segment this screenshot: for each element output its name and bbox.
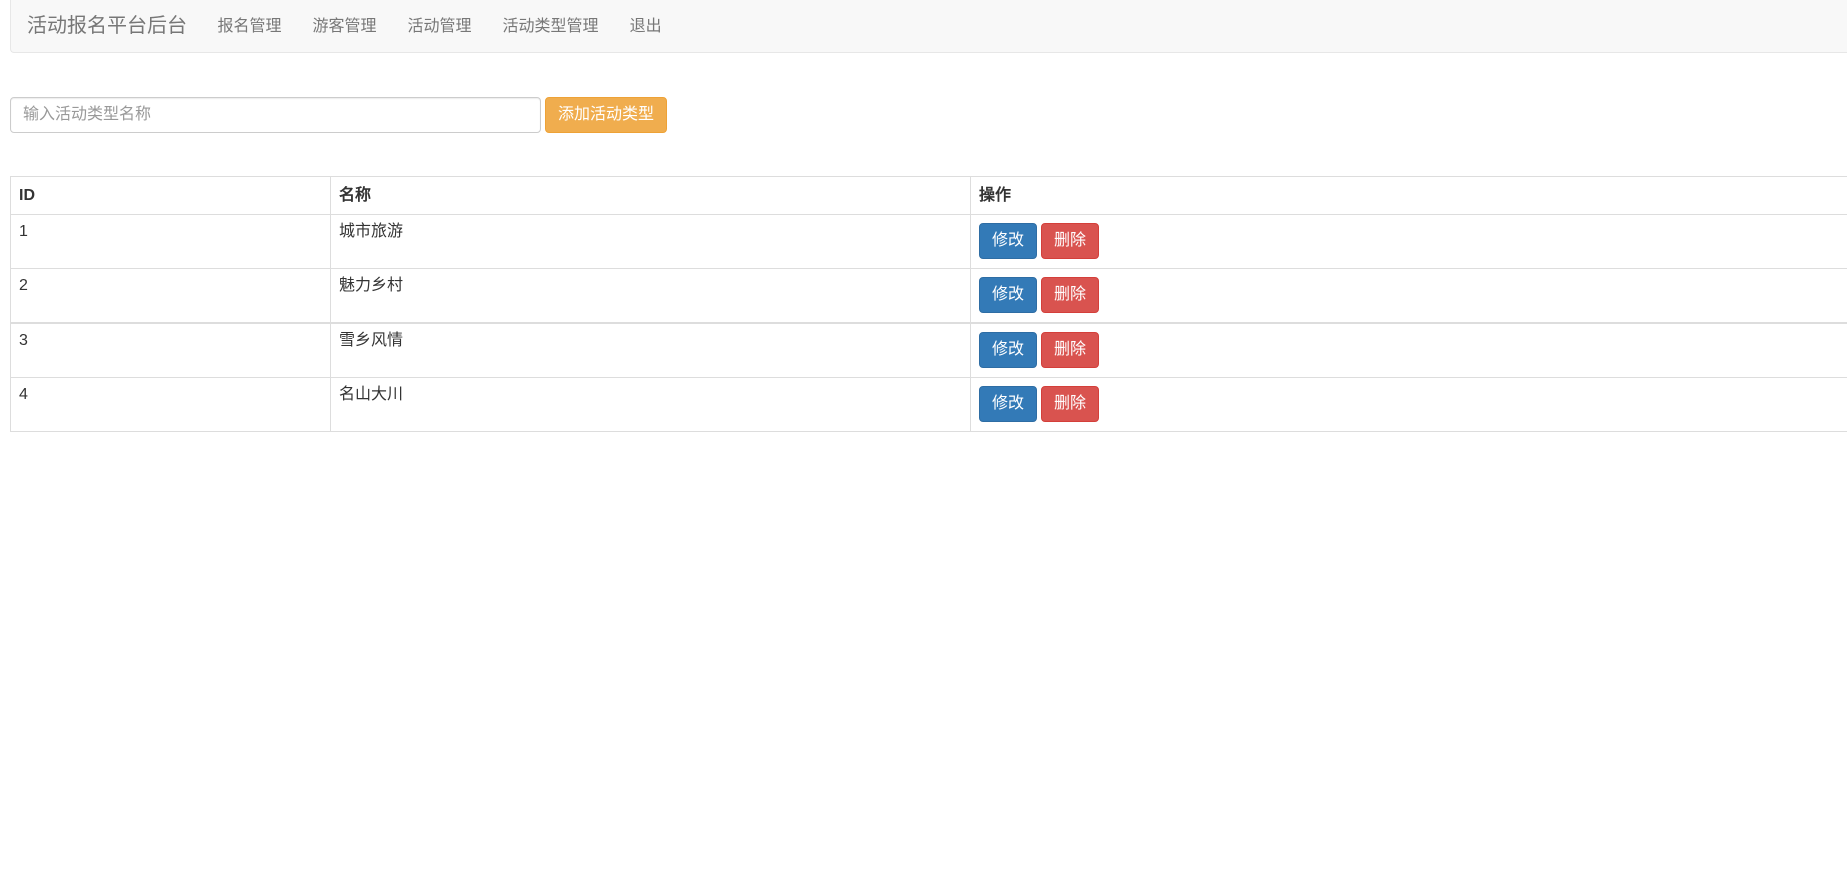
brand-title[interactable]: 活动报名平台后台 [11,0,202,53]
nav-item-activities[interactable]: 活动管理 [392,0,487,53]
cell-name: 名山大川 [330,377,971,432]
cell-name: 魅力乡村 [330,268,971,324]
nav-item-registration[interactable]: 报名管理 [202,0,297,53]
delete-button[interactable]: 删除 [1041,332,1100,368]
table-header-row: ID 名称 操作 [10,176,1847,215]
edit-button[interactable]: 修改 [979,332,1038,368]
edit-button[interactable]: 修改 [979,386,1038,422]
nav-menu: 报名管理 游客管理 活动管理 活动类型管理 退出 [202,0,677,53]
column-header-ops: 操作 [970,176,1847,215]
cell-name: 雪乡风情 [330,322,971,378]
cell-name: 城市旅游 [330,214,971,269]
top-navbar: 活动报名平台后台 报名管理 游客管理 活动管理 活动类型管理 退出 [10,0,1847,53]
delete-button[interactable]: 删除 [1041,386,1100,422]
cell-id: 1 [10,214,331,269]
add-type-toolbar: 添加活动类型 [10,97,668,133]
table-row: 2 魅力乡村 修改 删除 [10,268,1847,324]
delete-button[interactable]: 删除 [1041,277,1100,313]
add-activity-type-button[interactable]: 添加活动类型 [545,97,668,133]
cell-ops: 修改 删除 [970,268,1847,324]
column-header-name: 名称 [330,176,971,215]
cell-id: 3 [10,322,331,378]
table-row: 3 雪乡风情 修改 删除 [10,322,1847,378]
edit-button[interactable]: 修改 [979,223,1038,259]
cell-id: 2 [10,268,331,324]
cell-ops: 修改 删除 [970,377,1847,432]
table-row: 4 名山大川 修改 删除 [10,377,1847,432]
nav-item-logout[interactable]: 退出 [614,0,677,53]
delete-button[interactable]: 删除 [1041,223,1100,259]
cell-ops: 修改 删除 [970,322,1847,378]
activity-type-name-input[interactable] [10,97,541,133]
cell-ops: 修改 删除 [970,214,1847,269]
table-row: 1 城市旅游 修改 删除 [10,214,1847,269]
edit-button[interactable]: 修改 [979,277,1038,313]
nav-item-activity-types[interactable]: 活动类型管理 [487,0,614,53]
nav-item-visitors[interactable]: 游客管理 [297,0,392,53]
cell-id: 4 [10,377,331,432]
column-header-id: ID [10,176,331,215]
activity-type-table: ID 名称 操作 1 城市旅游 修改 删除 2 魅力乡村 修改 删除 3 雪乡风… [10,176,1847,432]
